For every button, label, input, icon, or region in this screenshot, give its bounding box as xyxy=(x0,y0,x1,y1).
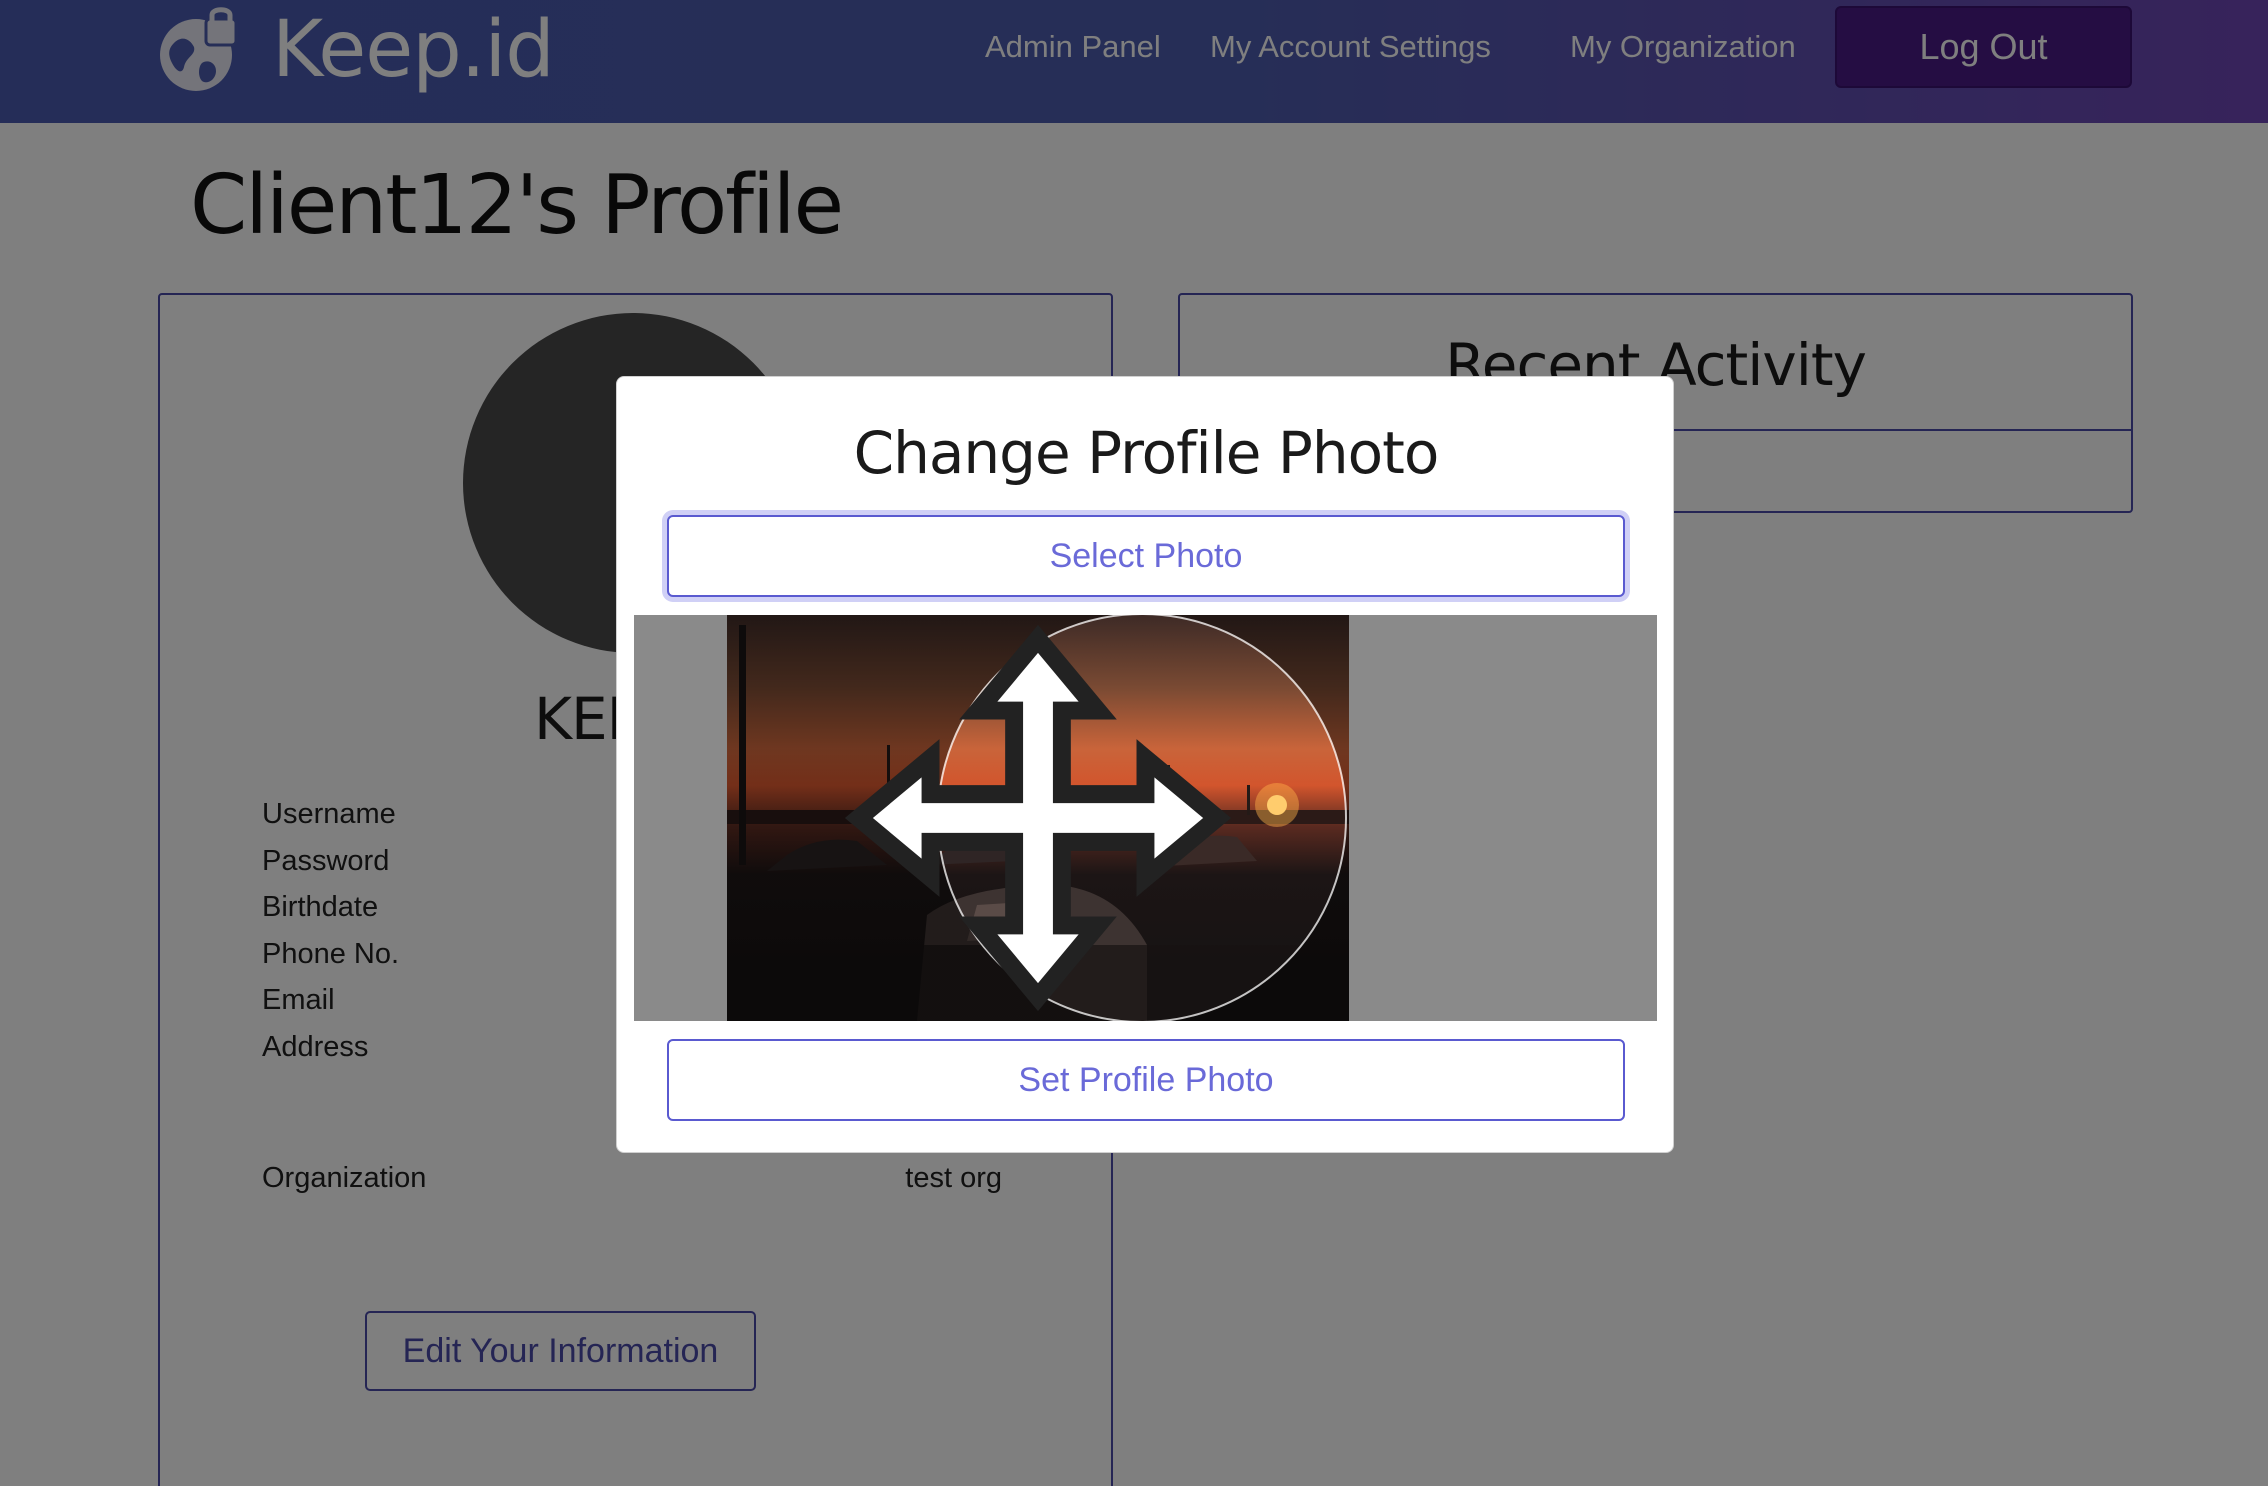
change-photo-modal: Change Profile Photo Select Photo Set Pr… xyxy=(616,376,1674,1153)
photo-cropper[interactable] xyxy=(634,615,1657,1021)
modal-title: Change Profile Photo xyxy=(853,419,1440,487)
move-icon[interactable] xyxy=(727,615,1349,1021)
crop-photo xyxy=(727,615,1349,1021)
set-profile-photo-button[interactable]: Set Profile Photo xyxy=(667,1039,1625,1121)
select-photo-button[interactable]: Select Photo xyxy=(667,515,1625,597)
